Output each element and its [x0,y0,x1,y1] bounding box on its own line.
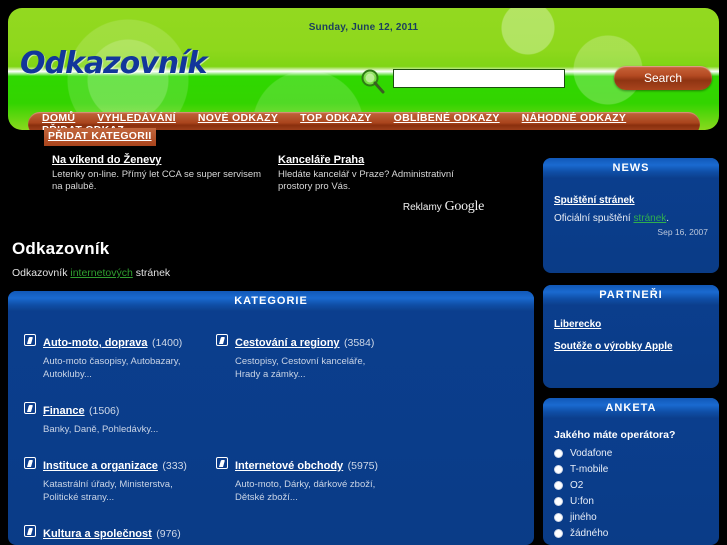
advertisement-block: Na víkend do Ženevy Letenky on-line. Pří… [52,150,492,215]
poll-question: Jakého máte operátora? [554,429,676,441]
ad-item: Kanceláře Praha Hledáte kancelář v Praze… [278,150,490,193]
ad-description: Letenky on-line. Přímý let CCA se super … [52,169,262,192]
poll-panel: ANKETA Jakého máte operátora? Vodafone T… [543,398,719,545]
page-subtitle-link[interactable]: internetových [70,267,132,279]
nav-item-oblibene-odkazy[interactable]: OBLÍBENÉ ODKAZY [394,112,500,124]
categories-panel: KATEGORIE Auto-moto, doprava (1400) Auto… [8,291,534,545]
category-name[interactable]: Cestování a regiony [235,337,340,349]
search-button[interactable]: Search [614,66,712,90]
category-item-empty [216,401,518,436]
google-logo: Google [444,199,485,214]
news-panel: NEWS Spuštění stránek Oficiální spuštění… [543,158,719,273]
search-input[interactable] [393,69,565,88]
nav-item-nahodne-odkazy[interactable]: NÁHODNÉ ODKAZY [522,112,627,124]
category-icon [24,334,36,346]
site-logo[interactable]: Odkazovník [20,46,207,81]
radio-button-icon[interactable] [554,449,563,458]
poll-option-label: žádného [570,528,609,539]
category-count: (1506) [89,405,120,417]
category-item-kultura-a-spolecnost: Kultura a společnost (976) [24,524,216,545]
category-icon [24,525,36,537]
poll-option-jineho[interactable]: jiného [554,512,708,523]
news-item-date: Sep 16, 2007 [657,227,708,237]
poll-option-label: T-mobile [570,464,609,475]
category-subcategories[interactable]: Katastrální úřady, Ministerstva, Politic… [43,478,193,504]
partner-link-souteze-apple[interactable]: Soutěže o výrobky Apple [554,341,708,352]
category-icon [24,402,36,414]
category-item-cestovani-a-regiony: Cestování a regiony (3584) Cestopisy, Ce… [216,333,518,381]
poll-option-vodafone[interactable]: Vodafone [554,448,708,459]
radio-button-icon[interactable] [554,497,563,506]
poll-option-o2[interactable]: O2 [554,480,708,491]
categories-heading: KATEGORIE [8,291,534,311]
radio-button-icon[interactable] [554,513,563,522]
partners-heading: PARTNEŘI [543,285,719,305]
radio-button-icon[interactable] [554,481,563,490]
nav-item-pridat-kategorii[interactable]: PŘIDAT KATEGORII [44,128,156,146]
partners-panel: PARTNEŘI Liberecko Soutěže o výrobky App… [543,285,719,388]
search-area: Search [360,66,712,94]
ads-brand-prefix: Reklamy [402,202,445,213]
page-root: Sunday, June 12, 2011 Odkazovník Search … [0,0,727,545]
poll-option-label: Vodafone [570,448,613,459]
news-text-link[interactable]: stránek [633,213,666,224]
page-title: Odkazovník [12,239,110,259]
page-subtitle-prefix: Odkazovník [12,267,71,279]
poll-option-label: O2 [570,480,584,491]
poll-option-t-mobile[interactable]: T-mobile [554,464,708,475]
page-subtitle: Odkazovník internetových stránek [12,267,170,279]
category-count: (5975) [347,460,378,472]
page-subtitle-suffix: stránek [132,267,171,279]
search-icon [360,68,386,94]
category-name[interactable]: Auto-moto, doprava [43,337,148,349]
poll-option-zadneho[interactable]: žádného [554,528,708,539]
partner-link-liberecko[interactable]: Liberecko [554,319,708,330]
category-name[interactable]: Kultura a společnost [43,528,152,540]
category-count: (3584) [344,337,375,349]
news-text-prefix: Oficiální spuštění [554,213,634,224]
category-name[interactable]: Finance [43,405,85,417]
radio-button-icon[interactable] [554,465,563,474]
nav-item-nove-odkazy[interactable]: NOVÉ ODKAZY [198,112,278,124]
poll-option-ufon[interactable]: U:fon [554,496,708,507]
category-item-instituce-a-organizace: Instituce a organizace (333) Katastrální… [24,456,216,504]
category-name[interactable]: Internetové obchody [235,460,343,472]
news-text-suffix: . [666,213,670,224]
ad-title[interactable]: Kanceláře Praha [278,154,364,166]
poll-option-label: U:fon [570,496,594,507]
news-item-text: Oficiální spuštění stránek. [554,213,708,224]
category-name[interactable]: Instituce a organizace [43,460,158,472]
category-count: (1400) [151,337,183,349]
category-item-internetove-obchody: Internetové obchody (5975) Auto-moto, Dá… [216,456,518,504]
category-icon [216,334,228,346]
nav-item-domu[interactable]: DOMŮ [42,112,75,124]
category-item-auto-moto-doprava: Auto-moto, doprava (1400) Auto-moto časo… [24,333,216,381]
category-count: (976) [156,528,181,540]
category-subcategories[interactable]: Auto-moto časopisy, Autobazary, Autoklub… [43,355,193,381]
category-subcategories[interactable]: Auto-moto, Dárky, dárkové zboží, Dětské … [235,478,385,504]
news-heading: NEWS [543,158,719,178]
poll-heading: ANKETA [543,398,719,418]
poll-option-label: jiného [570,512,597,523]
ad-title[interactable]: Na víkend do Ženevy [52,154,161,166]
site-header: Sunday, June 12, 2011 Odkazovník Search … [8,8,719,130]
category-item-finance: Finance (1506) Banky, Daně, Pohledávky..… [24,401,216,436]
nav-item-top-odkazy[interactable]: TOP ODKAZY [300,112,371,124]
nav-item-vyhledavani[interactable]: VYHLEDÁVÁNÍ [97,112,176,124]
ads-brand: Reklamy Google [52,199,492,215]
category-icon [216,457,228,469]
category-subcategories[interactable]: Cestopisy, Cestovní kanceláře, Hrady a z… [235,355,385,381]
category-subcategories[interactable]: Banky, Daně, Pohledávky... [43,423,193,436]
radio-button-icon[interactable] [554,529,563,538]
news-item-title[interactable]: Spuštění stránek [554,195,635,206]
current-date: Sunday, June 12, 2011 [308,22,419,33]
ad-description: Hledáte kancelář v Praze? Administrativn… [278,169,454,192]
category-count: (333) [162,460,187,472]
category-icon [24,457,36,469]
ad-item: Na víkend do Ženevy Letenky on-line. Pří… [52,150,264,193]
